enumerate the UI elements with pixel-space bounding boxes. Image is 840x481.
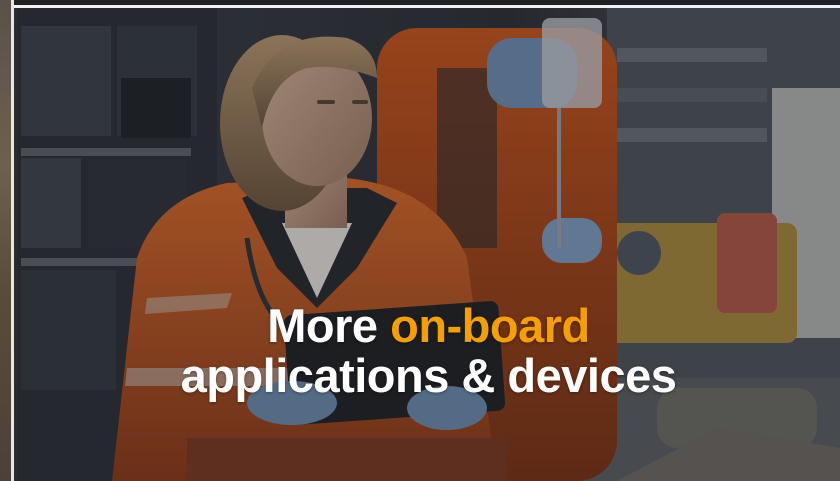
left-edge-strip <box>0 0 14 481</box>
headline-prefix: More <box>267 299 378 352</box>
photo-illustration <box>17 8 840 481</box>
headline-accent: on-board <box>390 299 590 352</box>
top-divider <box>14 0 840 8</box>
headline-line-1: More on-board <box>17 301 840 351</box>
headline: More on-board applications & devices <box>17 301 840 401</box>
promo-banner: More on-board applications & devices <box>0 0 840 481</box>
headline-line-2: applications & devices <box>180 349 677 402</box>
paramedics-in-ambulance-photo <box>17 8 840 481</box>
